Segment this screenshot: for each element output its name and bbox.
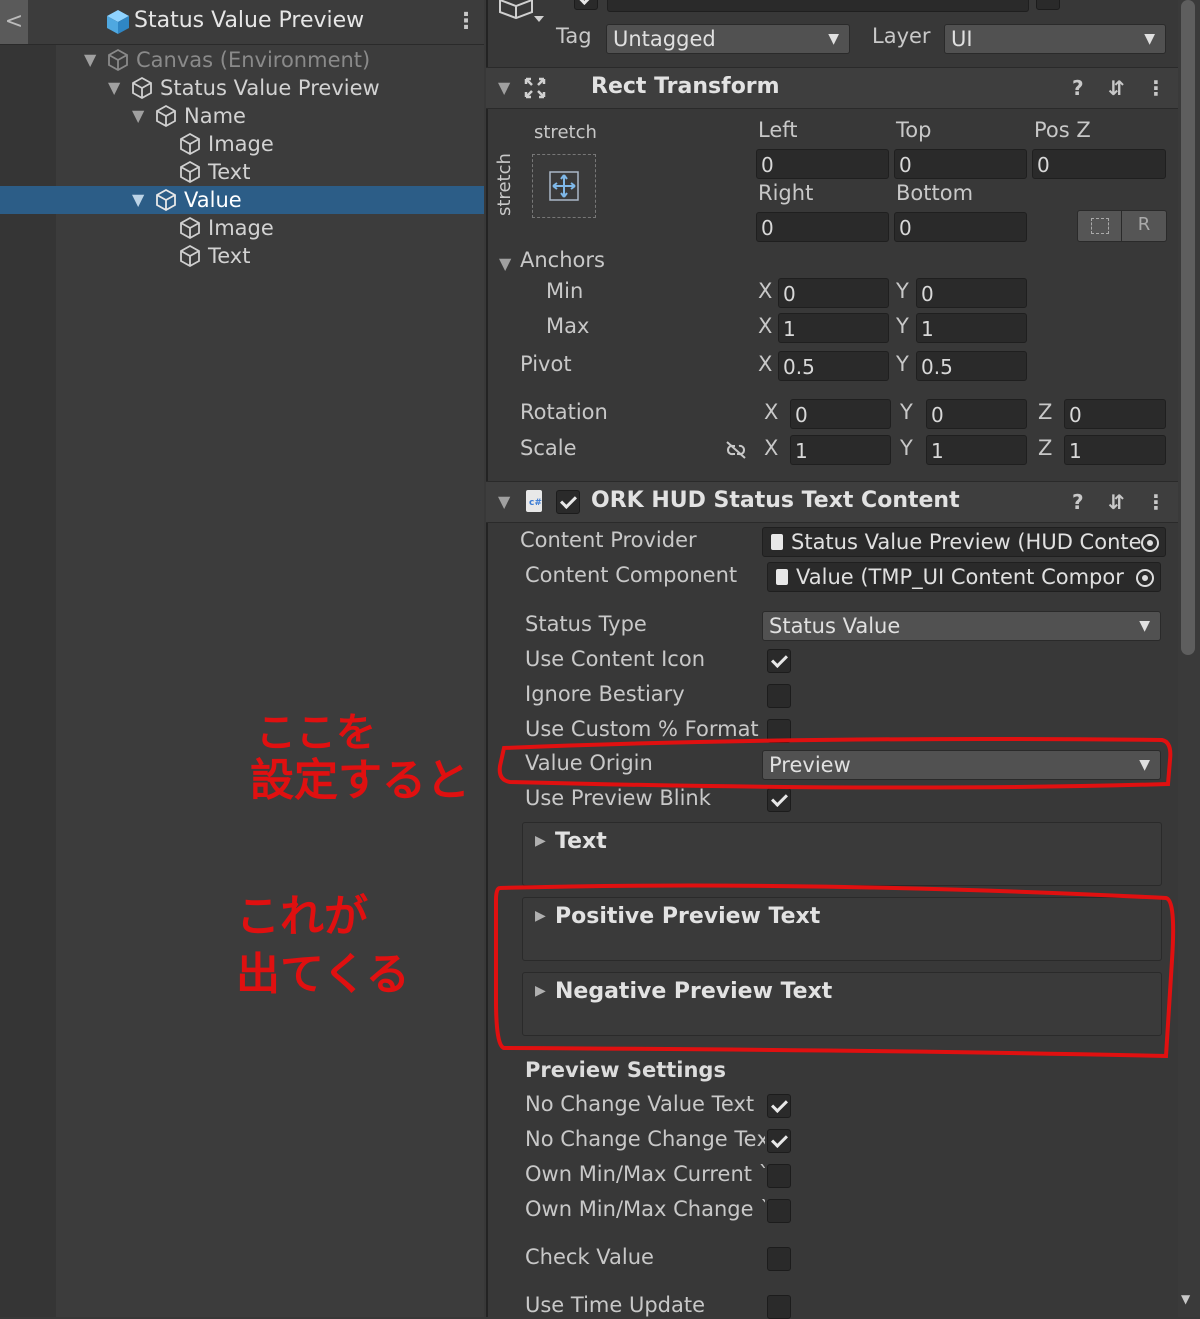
annotation-highlight-overlay [494, 737, 1176, 1059]
preview-text-highlight [494, 883, 1176, 1059]
value-origin-highlight [497, 737, 1173, 790]
